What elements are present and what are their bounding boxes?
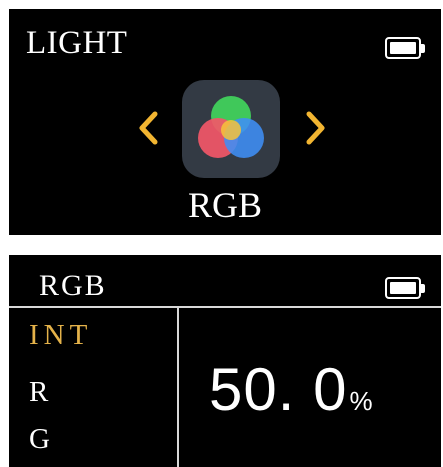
header-divider (9, 306, 441, 308)
value-number: 50. 0 (209, 356, 348, 423)
chevron-right-icon[interactable] (305, 110, 327, 146)
column-divider (177, 308, 179, 467)
battery-full-icon (385, 37, 425, 59)
rgb-color-circles-icon[interactable] (182, 80, 280, 178)
value-unit: % (349, 386, 373, 416)
light-mode-screen: LIGHT RGB (9, 9, 441, 235)
chevron-left-icon[interactable] (137, 110, 159, 146)
param-g[interactable]: G (29, 423, 55, 456)
screen-title: RGB (39, 269, 107, 302)
battery-full-icon (385, 277, 425, 299)
screen-title: LIGHT (26, 25, 128, 61)
rgb-settings-screen: RGB INT R G 50. 0% (9, 255, 441, 467)
param-int[interactable]: INT (29, 319, 92, 352)
value-readout: 50. 0% (209, 355, 373, 424)
param-r[interactable]: R (29, 376, 53, 409)
mode-label: RGB (187, 185, 263, 225)
